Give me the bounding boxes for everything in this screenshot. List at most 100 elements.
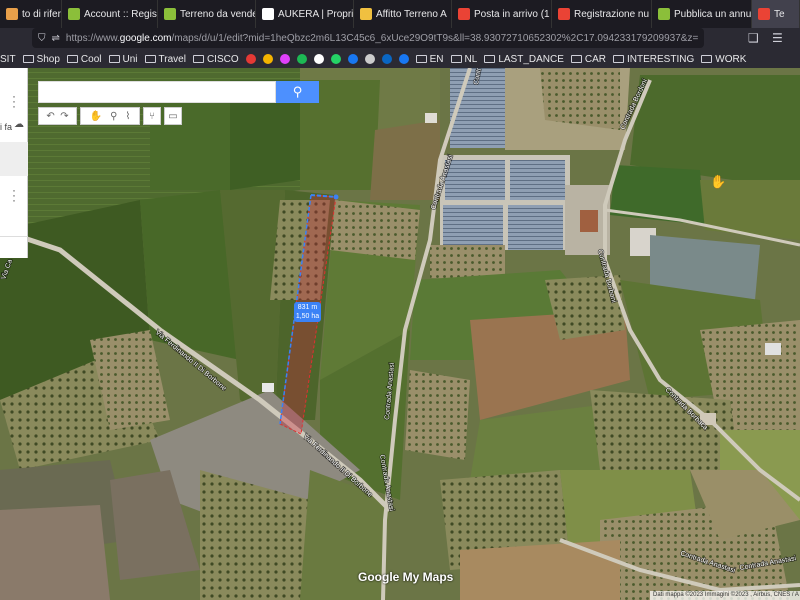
url-field[interactable]: ⛉ ⇌ https://www.google.com/maps/d/u/1/ed… xyxy=(32,28,704,48)
tab-label: Posta in arrivo (1 xyxy=(474,8,550,20)
draw-line-icon[interactable]: ⌇ xyxy=(125,111,130,122)
tab-label: AUKERA | Propri xyxy=(278,8,354,20)
search-button[interactable]: ⚲ xyxy=(276,81,319,103)
panel-text: i fa xyxy=(0,122,13,132)
bookmark-site-icon[interactable] xyxy=(279,54,290,64)
bookmark-site-icon[interactable] xyxy=(262,54,273,64)
bookmark-label: WORK xyxy=(715,53,747,65)
bookmark-item[interactable]: EN xyxy=(415,53,444,65)
folder-icon xyxy=(66,55,78,63)
search-input[interactable] xyxy=(38,81,276,103)
tab-favicon-icon xyxy=(164,8,176,20)
navigation-bar: ⛉ ⇌ https://www.google.com/maps/d/u/1/ed… xyxy=(0,28,800,50)
satellite-map[interactable]: Via Ferdinando II Di Borbone Via Ferdina… xyxy=(0,68,800,600)
folder-icon xyxy=(192,55,204,63)
bookmark-label: EN xyxy=(429,53,444,65)
browser-tab[interactable]: Registrazione nu✕ xyxy=(552,0,652,28)
bookmark-item[interactable]: Travel xyxy=(144,53,186,65)
bookmark-item[interactable]: NL xyxy=(450,53,478,65)
browser-tab[interactable]: to di riferim✕ xyxy=(0,0,62,28)
bookmark-site-icon[interactable] xyxy=(296,54,307,64)
tab-favicon-icon xyxy=(558,8,570,20)
ruler-icon[interactable]: ▭ xyxy=(164,107,182,125)
tab-label: Registrazione nu xyxy=(574,8,650,20)
tab-favicon-icon xyxy=(458,8,470,20)
bookmark-label: INTERESTING xyxy=(627,53,695,65)
url-text: https://www.google.com/maps/d/u/1/edit?m… xyxy=(65,32,698,44)
bookmark-site-icon[interactable] xyxy=(245,54,256,64)
tab-bar: to di riferim✕Account :: Regist✕Terreno … xyxy=(0,0,800,28)
marker-icon[interactable]: ⚲ xyxy=(110,111,117,122)
cloud-icon[interactable]: ☁ xyxy=(14,119,24,130)
browser-tab[interactable]: Account :: Regist✕ xyxy=(62,0,158,28)
map-toolbar: ↶ ↷ ✋ ⚲ ⌇ ⑂ ▭ xyxy=(38,107,182,125)
tab-label: Affitto Terreno A xyxy=(376,8,447,20)
folder-icon xyxy=(144,55,156,63)
undo-icon[interactable]: ↶ xyxy=(46,111,54,122)
bookmark-label: CISCO xyxy=(206,53,239,65)
bookmark-item[interactable]: CISCO xyxy=(192,53,239,65)
folder-icon xyxy=(570,55,582,63)
bookmark-label: NL xyxy=(464,53,478,65)
bookmark-item[interactable]: LAST_DANCE xyxy=(484,54,564,65)
folder-icon xyxy=(613,55,625,63)
measurement-tooltip: 831 m 1,50 ha xyxy=(294,302,321,322)
folder-icon xyxy=(22,55,34,63)
bookmark-label: LAST_DANCE xyxy=(498,53,564,65)
tab-favicon-icon xyxy=(68,8,80,20)
map-attribution[interactable]: Dati mappa ©2023 Immagini ©2023 , Airbus… xyxy=(650,591,800,600)
bookmark-site-icon[interactable] xyxy=(313,54,324,64)
shield-icon[interactable]: ⛉ xyxy=(38,33,46,44)
bookmark-item[interactable]: Cool xyxy=(66,53,102,65)
browser-tab[interactable]: Terreno da vende✕ xyxy=(158,0,256,28)
tab-label: Te xyxy=(774,8,785,20)
bookmark-site-icon[interactable] xyxy=(330,54,341,64)
bookmark-site-icon[interactable] xyxy=(364,54,375,64)
bookmark-item[interactable]: Uni xyxy=(108,53,138,65)
browser-tab[interactable]: Pubblica un annu✕ xyxy=(652,0,752,28)
tab-label: Terreno da vende xyxy=(180,8,256,20)
layers-panel[interactable]: · · · i fa ☁ · · · xyxy=(0,68,28,258)
bookmark-site-icon[interactable] xyxy=(398,54,409,64)
layer-options-icon[interactable]: · · · xyxy=(12,184,16,206)
tab-label: to di riferim xyxy=(22,8,61,20)
selected-layer[interactable] xyxy=(0,142,28,176)
bookmark-item[interactable]: CAR xyxy=(570,54,606,65)
more-options-icon[interactable]: · · · xyxy=(12,90,16,112)
bookmark-item[interactable]: INTERESTING xyxy=(613,54,694,65)
browser-tab[interactable]: AUKERA | Propri✕ xyxy=(256,0,354,28)
tab-label: Pubblica un annu xyxy=(674,8,752,20)
pocket-icon[interactable]: ❑ xyxy=(748,31,759,45)
browser-tab[interactable]: Posta in arrivo (1✕ xyxy=(452,0,552,28)
undo-redo-buttons[interactable]: ↶ ↷ xyxy=(38,107,77,125)
bookmark-site-icon[interactable] xyxy=(381,54,392,64)
page-settings-icon[interactable]: ⇌ xyxy=(52,33,60,44)
tab-label: Account :: Regist xyxy=(84,8,158,20)
tab-favicon-icon xyxy=(658,8,670,20)
browser-tab[interactable]: Affitto Terreno A✕ xyxy=(354,0,452,28)
bookmarks-bar: SIT Shop Cool Uni Travel CISCO EN NL LAST_DANCE C… xyxy=(0,50,800,68)
directions-icon[interactable]: ⑂ xyxy=(143,107,161,125)
divider xyxy=(0,236,28,237)
folder-icon xyxy=(415,55,427,63)
measurement-area: 1,50 ha xyxy=(295,313,320,320)
bookmark-label: Travel xyxy=(158,53,186,65)
hand-cursor-icon: ✋ xyxy=(710,174,727,189)
folder-icon xyxy=(108,55,120,63)
bookmark-item[interactable]: SIT xyxy=(0,54,16,65)
bookmark-label: SIT xyxy=(0,53,16,65)
tab-favicon-icon xyxy=(758,8,770,20)
tab-favicon-icon xyxy=(6,8,18,20)
tab-favicon-icon xyxy=(360,8,372,20)
redo-icon[interactable]: ↷ xyxy=(60,111,68,122)
folder-icon xyxy=(484,55,496,63)
menu-icon[interactable]: ☰ xyxy=(772,31,783,45)
bookmark-item[interactable]: WORK xyxy=(701,54,746,65)
bookmark-label: Uni xyxy=(122,53,138,65)
bookmark-label: Cool xyxy=(80,53,102,65)
bookmark-label: Shop xyxy=(36,53,60,65)
hand-icon[interactable]: ✋ xyxy=(90,111,102,122)
bookmark-item[interactable]: Shop xyxy=(22,53,60,65)
browser-tab[interactable]: Te xyxy=(752,0,800,28)
bookmark-site-icon[interactable] xyxy=(347,54,358,64)
